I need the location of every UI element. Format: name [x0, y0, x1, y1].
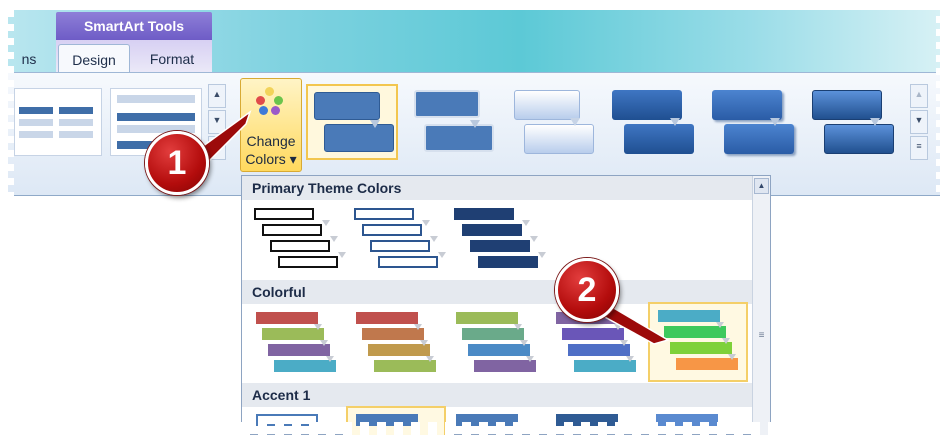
section-header-colorful: Colorful	[242, 280, 754, 304]
torn-edge-bottom	[241, 422, 781, 435]
tab-design[interactable]: Design	[58, 44, 130, 74]
primary-option-outline[interactable]	[252, 204, 348, 280]
colorful-option-3[interactable]	[452, 308, 548, 384]
style-more-icon[interactable]: ≡	[910, 136, 928, 160]
colorful-option-2[interactable]	[352, 308, 448, 384]
layout-more-icon[interactable]: ≡	[208, 136, 226, 160]
torn-edge-left	[0, 10, 14, 196]
change-colors-dropdown: Primary Theme Colors Colorful Accent 1 ▲…	[241, 175, 771, 435]
scroll-grip-icon[interactable]: ≡	[754, 330, 769, 341]
change-colors-label: Change	[246, 133, 296, 149]
scroll-up-icon[interactable]: ▲	[754, 178, 769, 194]
callout-number-2: 2	[555, 258, 619, 322]
callout-number-1: 1	[145, 131, 209, 195]
layout-thumbnail-1[interactable]	[14, 88, 102, 156]
primary-option-dark-blue[interactable]	[452, 204, 548, 280]
colorful-option-1[interactable]	[252, 308, 348, 384]
smartart-tools-header: SmartArt Tools	[56, 12, 212, 40]
colorful-option-5[interactable]	[648, 302, 748, 382]
change-colors-label-2: Colors ▾	[245, 151, 297, 167]
smartart-style-5[interactable]	[708, 84, 800, 160]
colorful-option-4[interactable]	[552, 308, 648, 384]
color-palette-icon	[255, 87, 285, 117]
smartart-style-4[interactable]	[608, 84, 700, 160]
section-header-primary: Primary Theme Colors	[242, 176, 754, 200]
change-colors-button[interactable]: Change Colors ▾	[240, 78, 302, 172]
smartart-style-3[interactable]	[508, 84, 600, 160]
style-scroll-up-icon[interactable]: ▲	[910, 84, 928, 108]
primary-option-blue-outline[interactable]	[352, 204, 448, 280]
style-scroll-down-icon[interactable]: ▼	[910, 110, 928, 134]
tab-format[interactable]: Format	[136, 44, 208, 74]
smartart-style-6[interactable]	[808, 84, 900, 160]
smartart-style-2[interactable]	[408, 84, 500, 160]
layout-scroll-up-icon[interactable]: ▲	[208, 84, 226, 108]
section-header-accent1: Accent 1	[242, 383, 754, 407]
layout-scroll-down-icon[interactable]: ▼	[208, 110, 226, 134]
torn-edge-right	[936, 10, 948, 196]
smartart-style-1[interactable]	[306, 84, 398, 160]
dropdown-scrollbar[interactable]: ▲ ≡	[752, 176, 770, 435]
tab-layouts-partial[interactable]: ns	[14, 44, 44, 74]
